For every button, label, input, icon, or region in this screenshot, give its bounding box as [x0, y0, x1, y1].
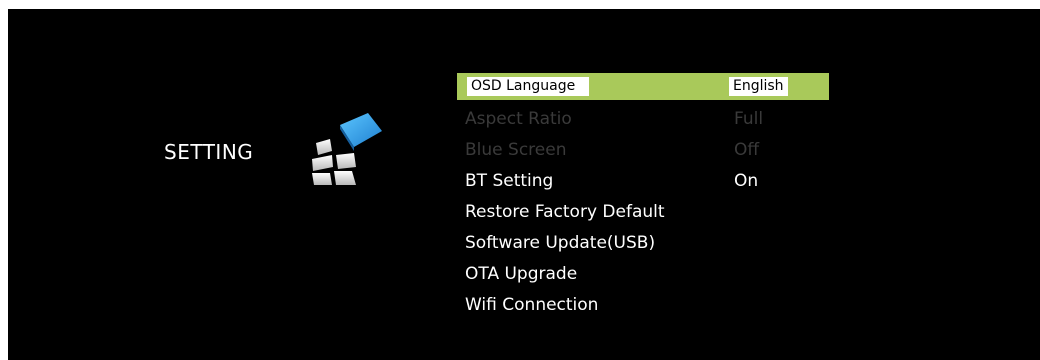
page-title: SETTING: [164, 140, 254, 164]
menu-item-value: On: [734, 171, 759, 191]
menu-item-label: OTA Upgrade: [465, 264, 578, 284]
menu-item-osd-language[interactable]: OSD Language English: [457, 73, 829, 100]
setting-icon: [312, 113, 382, 185]
menu-item-aspect-ratio: Aspect Ratio Full: [457, 104, 829, 135]
menu-item-label: BT Setting: [465, 171, 554, 191]
menu-item-label: Blue Screen: [465, 140, 567, 160]
menu-item-label: Software Update(USB): [465, 233, 656, 253]
menu-item-value: Full: [734, 109, 764, 129]
menu-item-restore-factory-default[interactable]: Restore Factory Default: [457, 197, 829, 228]
menu-item-label: OSD Language: [467, 77, 590, 96]
menu-item-wifi-connection[interactable]: Wifi Connection: [457, 290, 829, 321]
menu-item-label: Restore Factory Default: [465, 202, 665, 222]
menu-item-software-update[interactable]: Software Update(USB): [457, 228, 829, 259]
menu-item-ota-upgrade[interactable]: OTA Upgrade: [457, 259, 829, 290]
menu-item-value: Off: [734, 140, 760, 160]
osd-screen: SETTING OSD Language English Aspect Rati…: [8, 9, 1040, 360]
menu-item-value: English: [729, 77, 788, 96]
menu-item-bt-setting[interactable]: BT Setting On: [457, 166, 829, 197]
menu-item-label: Wifi Connection: [465, 295, 599, 315]
menu-item-blue-screen: Blue Screen Off: [457, 135, 829, 166]
menu-item-label: Aspect Ratio: [465, 109, 572, 129]
settings-menu: OSD Language English Aspect Ratio Full B…: [457, 73, 829, 321]
